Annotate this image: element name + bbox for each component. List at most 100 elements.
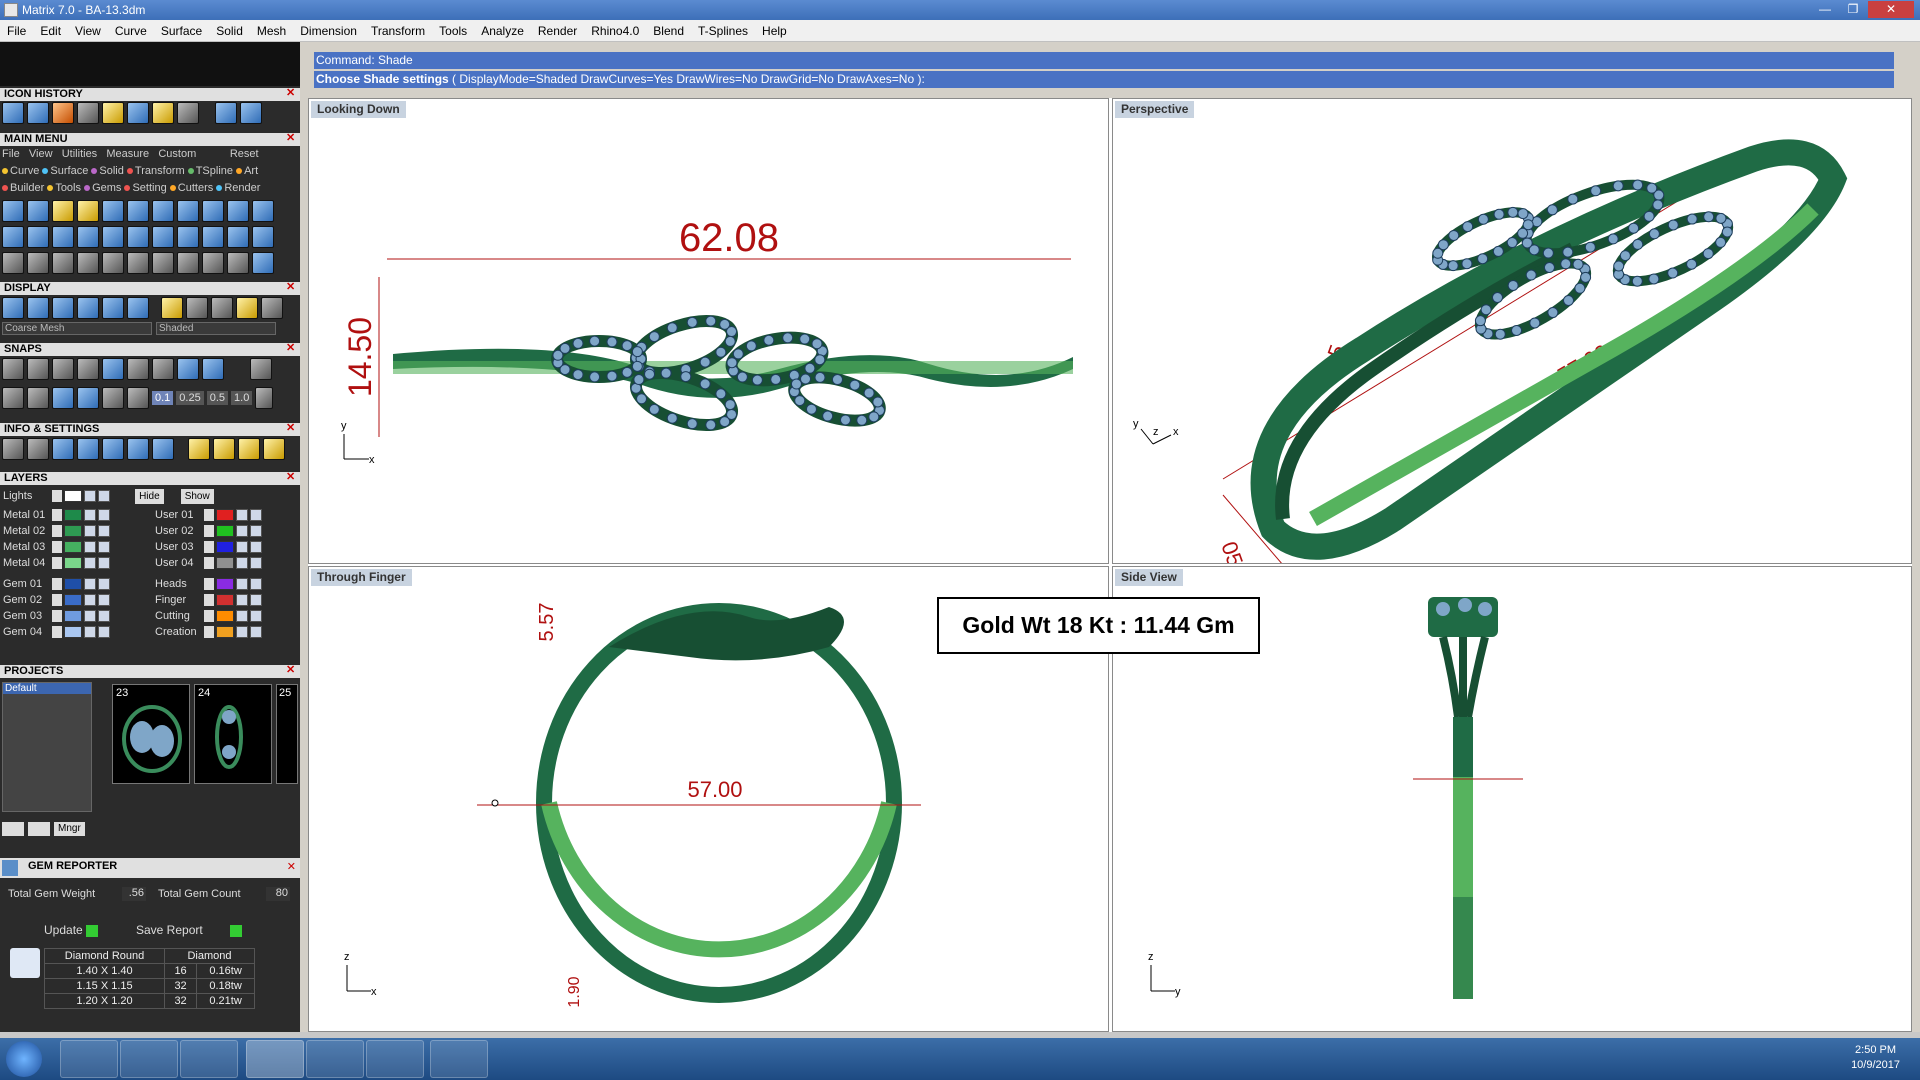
menu-tsplines[interactable]: T-Splines xyxy=(691,20,755,42)
tool-icon[interactable] xyxy=(77,200,99,222)
lock-icon[interactable] xyxy=(84,626,96,639)
layer-color-swatch[interactable] xyxy=(216,610,234,623)
taskbar-ie-icon[interactable] xyxy=(60,1040,118,1078)
snap-icon[interactable] xyxy=(27,358,49,380)
layer-row[interactable]: Finger xyxy=(152,593,262,608)
command-prompt[interactable]: Choose Shade settings ( DisplayMode=Shad… xyxy=(314,71,1894,88)
layer-row[interactable]: Creation xyxy=(152,625,262,640)
tool-icon[interactable] xyxy=(27,200,49,222)
layer-color-swatch[interactable] xyxy=(64,509,82,522)
display-icon[interactable] xyxy=(127,297,149,319)
close-icon[interactable]: ✕ xyxy=(286,88,297,99)
menu-mesh[interactable]: Mesh xyxy=(250,20,293,42)
expand-arrow-icon[interactable] xyxy=(204,578,214,591)
tool-icon[interactable] xyxy=(152,200,174,222)
layer-row[interactable]: Metal 02 xyxy=(0,524,110,539)
cat-curve[interactable]: Curve xyxy=(10,165,39,177)
layer-row[interactable]: User 02 xyxy=(152,524,262,539)
project-thumb[interactable]: 23 xyxy=(112,684,190,784)
menu-curve[interactable]: Curve xyxy=(108,20,154,42)
taskbar-matrix-icon[interactable] xyxy=(246,1040,304,1078)
layer-row[interactable]: User 04 xyxy=(152,556,262,571)
visibility-icon[interactable] xyxy=(98,610,110,623)
layer-row[interactable]: Metal 04 xyxy=(0,556,110,571)
update-button[interactable]: Update xyxy=(44,923,99,937)
tool-icon[interactable] xyxy=(27,226,49,248)
lock-icon[interactable] xyxy=(84,557,96,570)
snap-icon[interactable] xyxy=(202,358,224,380)
tool-icon[interactable] xyxy=(202,252,224,274)
save-report-button[interactable]: Save Report xyxy=(136,923,243,937)
cat-builder[interactable]: Builder xyxy=(10,182,44,194)
expand-arrow-icon[interactable] xyxy=(52,594,62,607)
link-custom[interactable]: Custom xyxy=(158,148,196,160)
layer-color-swatch[interactable] xyxy=(216,525,234,538)
circle-icon[interactable] xyxy=(252,252,274,274)
play-icon[interactable] xyxy=(230,924,243,937)
tool-icon[interactable] xyxy=(227,200,249,222)
menu-tools[interactable]: Tools xyxy=(432,20,474,42)
snap-icon[interactable] xyxy=(52,358,74,380)
layer-row[interactable]: Metal 01 xyxy=(0,508,110,523)
history-tool-icon[interactable] xyxy=(177,102,199,124)
tool-icon[interactable] xyxy=(202,226,224,248)
link-measure[interactable]: Measure xyxy=(106,148,149,160)
close-icon[interactable]: ✕ xyxy=(286,133,297,144)
snap-icon[interactable] xyxy=(102,387,124,409)
menu-dimension[interactable]: Dimension xyxy=(293,20,364,42)
layer-color-swatch[interactable] xyxy=(216,594,234,607)
snap-icon[interactable] xyxy=(152,358,174,380)
visibility-icon[interactable] xyxy=(250,578,262,591)
menu-edit[interactable]: Edit xyxy=(33,20,68,42)
lock-icon[interactable] xyxy=(236,525,248,538)
link-file[interactable]: File xyxy=(2,148,20,160)
expand-arrow-icon[interactable] xyxy=(52,557,62,570)
menu-analyze[interactable]: Analyze xyxy=(474,20,531,42)
project-thumb[interactable]: 24 xyxy=(194,684,272,784)
snap-icon[interactable] xyxy=(127,358,149,380)
layer-color-swatch[interactable] xyxy=(64,626,82,639)
close-icon[interactable]: ✕ xyxy=(286,472,297,483)
cat-surface[interactable]: Surface xyxy=(50,165,88,177)
history-tool-icon[interactable] xyxy=(2,102,24,124)
visibility-icon[interactable] xyxy=(98,525,110,538)
sphere-icon[interactable] xyxy=(52,297,74,319)
close-icon[interactable]: ✕ xyxy=(287,860,296,873)
expand-arrow-icon[interactable] xyxy=(204,626,214,639)
info-icon[interactable] xyxy=(152,438,174,460)
layer-color-swatch[interactable] xyxy=(64,594,82,607)
snap-icon[interactable] xyxy=(127,387,149,409)
restore-button[interactable]: ❐ xyxy=(1840,1,1866,18)
minimize-button[interactable]: — xyxy=(1812,1,1838,18)
snap-value[interactable]: 0.5 xyxy=(206,391,229,405)
tool-icon[interactable] xyxy=(52,226,74,248)
render-icon[interactable] xyxy=(186,297,208,319)
menu-view[interactable]: View xyxy=(68,20,108,42)
close-icon[interactable]: ✕ xyxy=(286,343,297,354)
info-icon[interactable] xyxy=(52,438,74,460)
tool-icon[interactable] xyxy=(2,226,24,248)
tool-icon[interactable] xyxy=(102,200,124,222)
tool-icon[interactable] xyxy=(127,226,149,248)
cat-setting[interactable]: Setting xyxy=(132,182,166,194)
sphere-icon[interactable] xyxy=(77,297,99,319)
show-button[interactable]: Show xyxy=(180,489,214,504)
link-view[interactable]: View xyxy=(29,148,53,160)
expand-arrow-icon[interactable] xyxy=(204,541,214,554)
display-icon[interactable] xyxy=(102,297,124,319)
tool-icon[interactable] xyxy=(227,226,249,248)
tool-icon[interactable] xyxy=(202,200,224,222)
up-arrow-button[interactable] xyxy=(28,822,50,836)
move-icon[interactable] xyxy=(102,252,124,274)
info-icon[interactable] xyxy=(188,438,210,460)
clock[interactable]: 2:50 PM 10/9/2017 xyxy=(1851,1043,1900,1073)
visibility-icon[interactable] xyxy=(98,626,110,639)
layer-color-swatch[interactable] xyxy=(64,557,82,570)
visibility-icon[interactable] xyxy=(250,626,262,639)
command-prompt-options[interactable]: ( DisplayMode=Shaded DrawCurves=Yes Draw… xyxy=(452,72,925,86)
tool-icon[interactable] xyxy=(2,200,24,222)
tool-icon[interactable] xyxy=(252,226,274,248)
taskbar-calculator-icon[interactable] xyxy=(306,1040,364,1078)
snap-value[interactable]: 0.25 xyxy=(176,391,204,405)
forward-arrow-icon[interactable] xyxy=(240,102,262,124)
